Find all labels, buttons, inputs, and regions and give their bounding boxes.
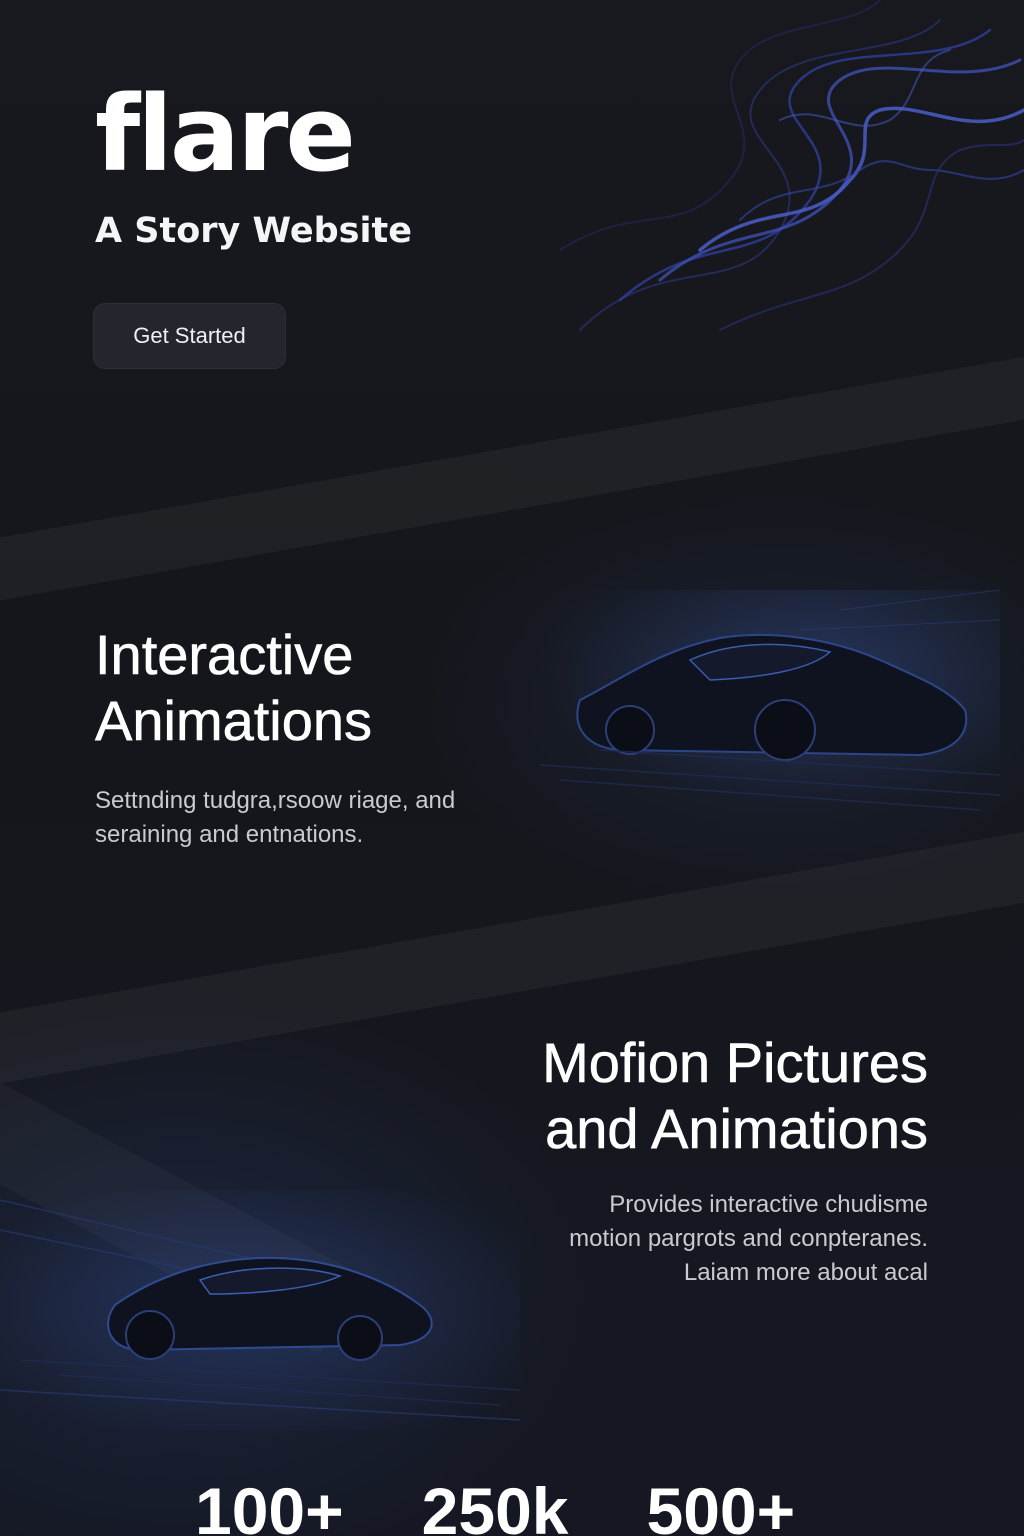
section-title-line: Interactive xyxy=(95,623,354,687)
stat-value: 250k xyxy=(421,1474,569,1536)
description-line: seraining and entnations. xyxy=(95,821,364,848)
section-interactive-animations: Interactive Animations Settnding tudgra,… xyxy=(95,622,535,852)
description-line: motion pargrots and conpteranes. xyxy=(569,1225,928,1252)
learn-more-link[interactable]: Laiam more about acal xyxy=(684,1259,928,1286)
stats-row: 100+ 250k 500+ xyxy=(195,1478,795,1536)
get-started-button[interactable]: Get Started xyxy=(93,303,286,369)
section-title: Mofion Pictures and Animations xyxy=(468,1030,929,1162)
car-illustration xyxy=(540,590,1000,820)
section-title-line: and Animations xyxy=(545,1097,929,1161)
section-title-line: Animations xyxy=(95,689,373,753)
section-description: Provides interactive chudisme motion par… xyxy=(468,1188,928,1290)
section-title: Interactive Animations xyxy=(95,622,535,754)
tagline: A Story Website xyxy=(95,211,412,252)
swirl-graphic xyxy=(559,0,1024,331)
section-motion-pictures: Mofion Pictures and Animations Provides … xyxy=(468,1030,929,1290)
section-description: Settnding tudgra,rsoow riage, and serain… xyxy=(95,784,535,852)
hero: flare A Story Website xyxy=(95,73,412,252)
description-line: Settnding tudgra,rsoow riage, and xyxy=(95,787,456,814)
brand-logo: flare xyxy=(95,73,356,195)
description-line: Provides interactive chudisme xyxy=(609,1191,928,1218)
car-illustration xyxy=(0,1190,520,1430)
stat-value: 100+ xyxy=(195,1474,344,1536)
stat-value: 500+ xyxy=(646,1474,796,1536)
section-title-line: Mofion Pictures xyxy=(542,1031,929,1095)
page: flare A Story Website Get Started Intera… xyxy=(0,0,1024,1536)
